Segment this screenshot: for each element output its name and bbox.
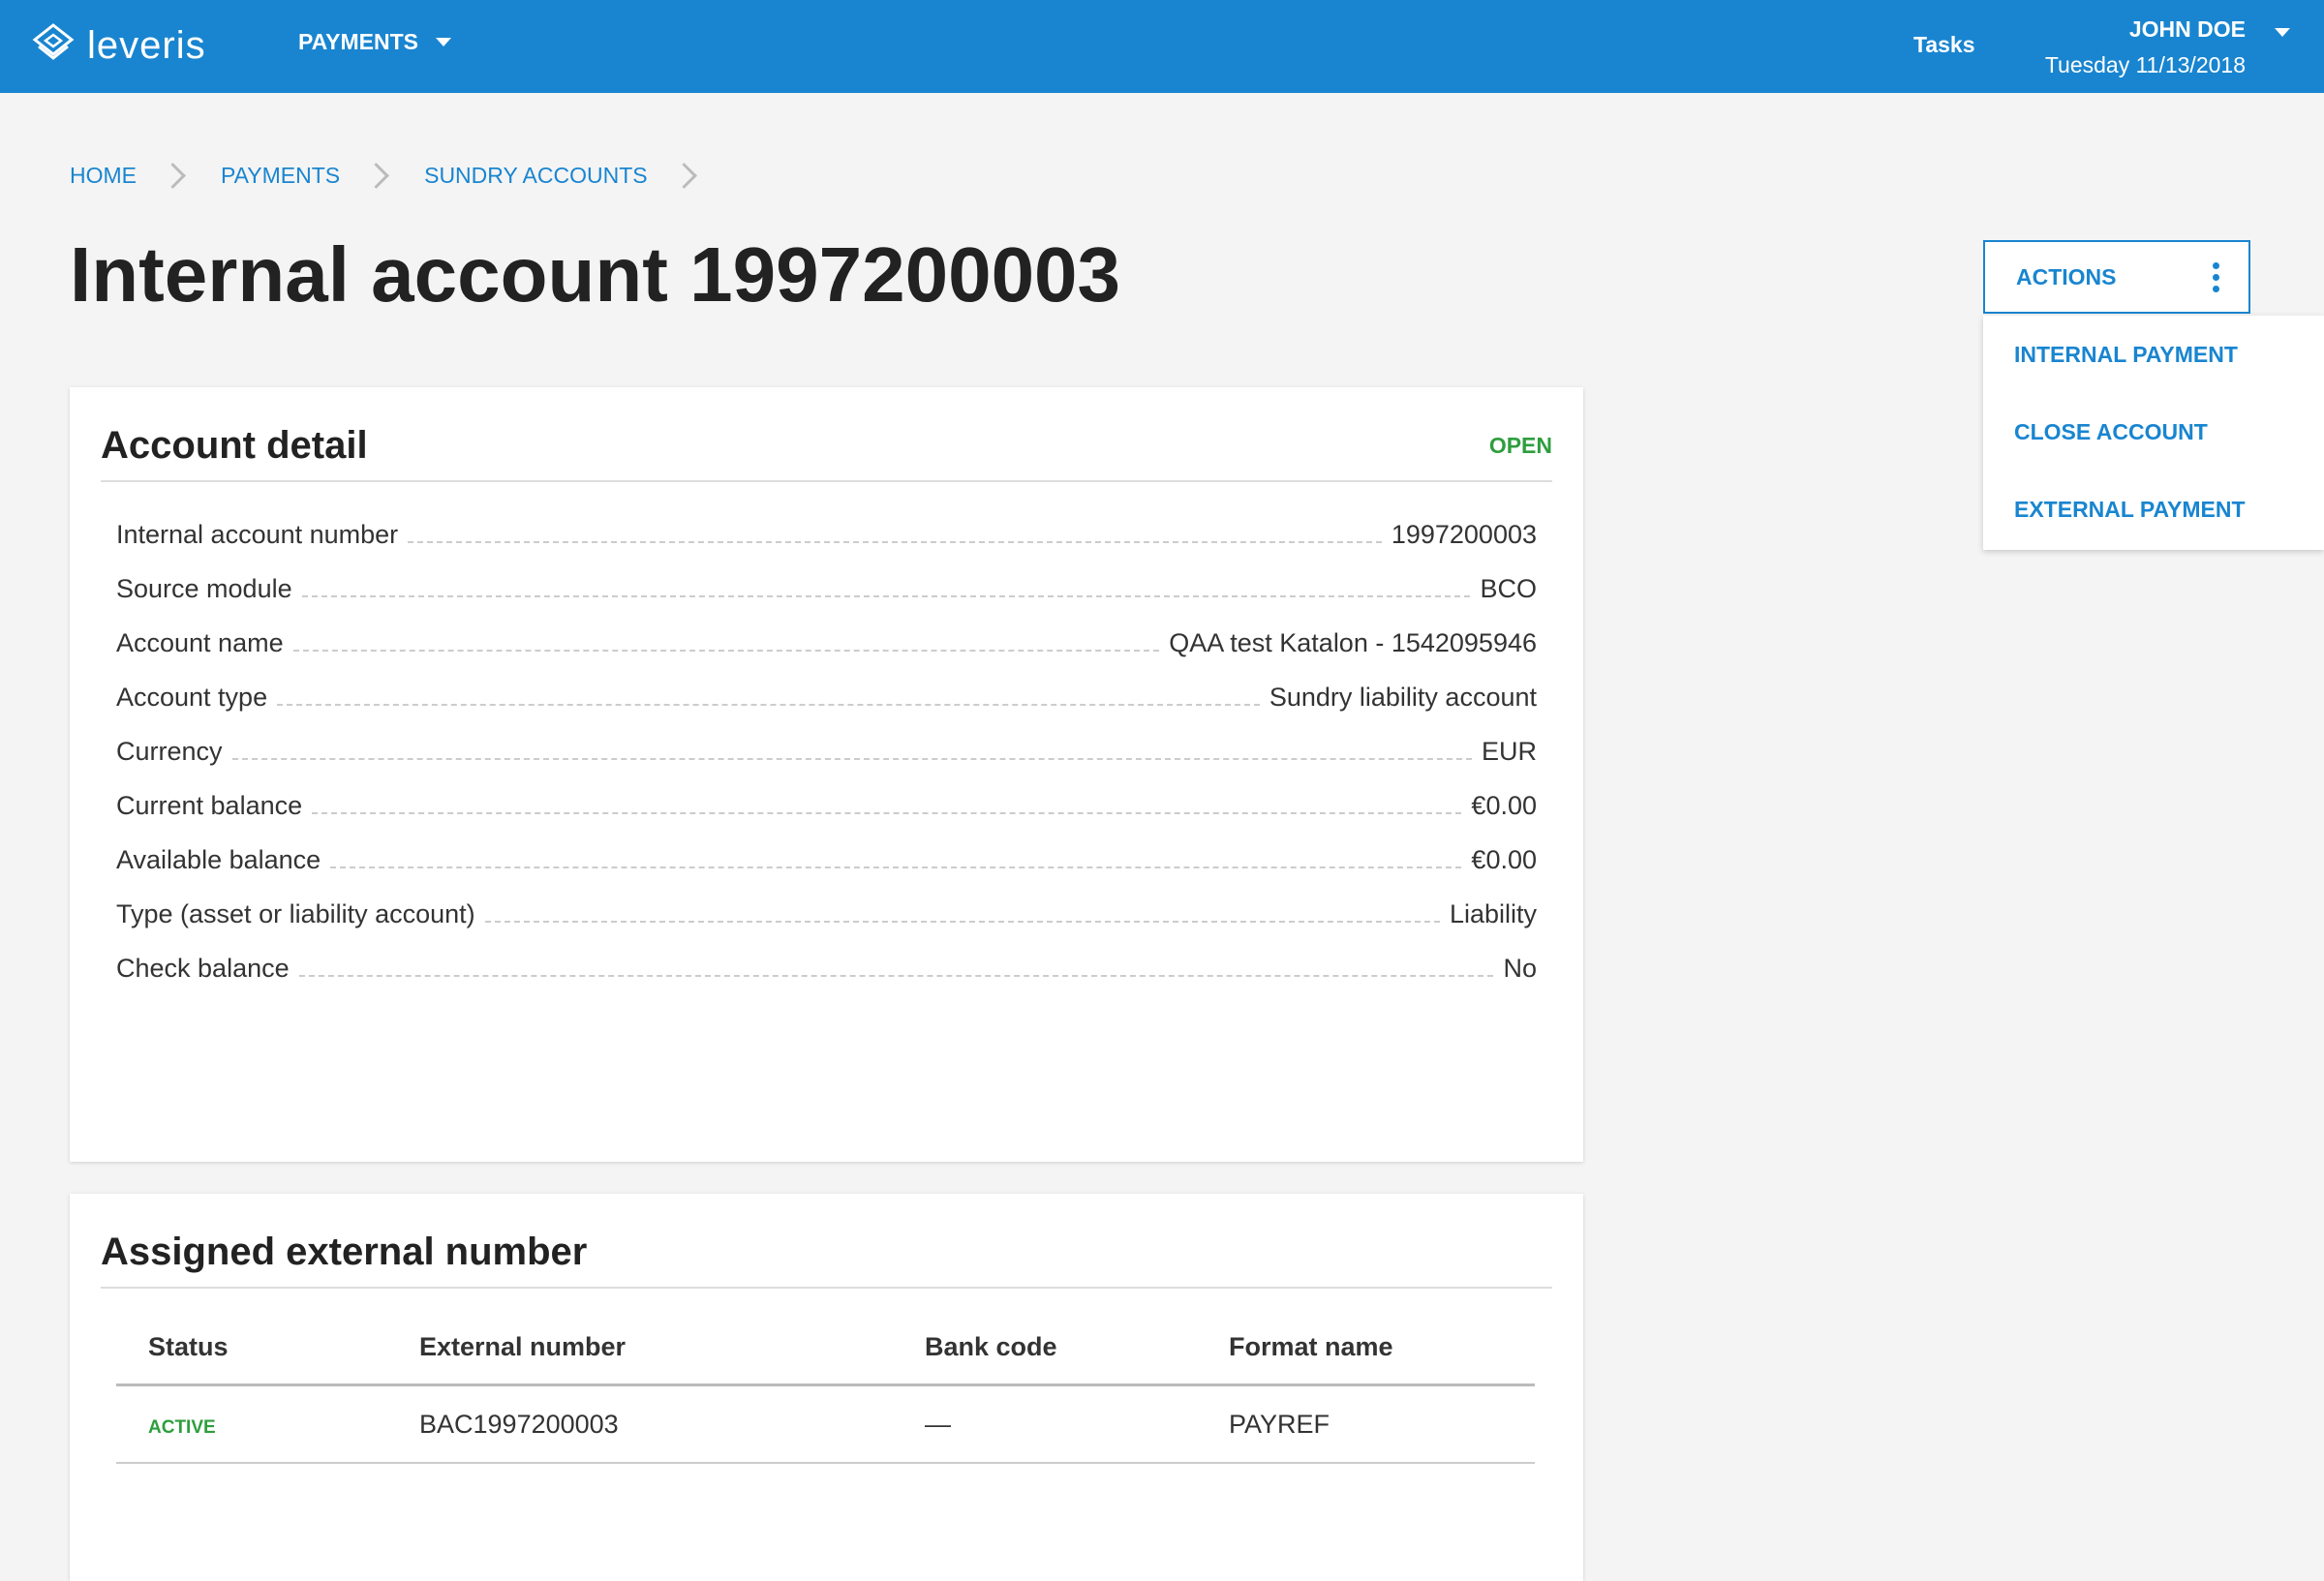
detail-label: Account name [116,627,284,657]
detail-row: Current balance €0.00 [116,778,1537,833]
detail-label: Check balance [116,953,290,983]
payments-nav-label: PAYMENTS [298,29,418,54]
leader-line [277,704,1260,706]
detail-value: QAA test Katalon - 1542095946 [1169,627,1537,657]
format-name-cell: PAYREF [1229,1384,1535,1464]
detail-label: Account type [116,682,268,712]
external-number-header: Assigned external number [101,1217,1552,1289]
leader-line [301,595,1471,597]
external-number-table: Status External number Bank code Format … [116,1310,1535,1464]
more-vertical-icon [2213,261,2219,292]
status-cell: ACTIVE [116,1384,419,1464]
top-bar: leveris PAYMENTS Tasks JOHN DOE Tuesday … [0,0,2324,93]
chevron-right-icon [670,163,697,189]
leader-line [292,650,1160,652]
page-title: Internal account 1997200003 [70,231,1121,318]
column-header-bank-code[interactable]: Bank code [925,1310,1229,1386]
detail-label: Type (asset or liability account) [116,898,475,928]
actions-dropdown-menu: INTERNAL PAYMENT CLOSE ACCOUNT EXTERNAL … [1983,316,2324,550]
menu-item-internal-payment[interactable]: INTERNAL PAYMENT [1983,316,2324,393]
logo-text: leveris [87,23,206,67]
column-header-format-name[interactable]: Format name [1229,1310,1535,1386]
detail-label: Currency [116,736,223,766]
external-number-card: Assigned external number Status External… [70,1194,1583,1581]
caret-down-icon [435,38,451,46]
status-badge: ACTIVE [148,1416,216,1438]
bank-code-cell: — [925,1384,1229,1464]
account-detail-card: Account detail OPEN Internal account num… [70,387,1583,1162]
breadcrumb-sundry-accounts[interactable]: SUNDRY ACCOUNTS [424,163,647,189]
external-number-cell: BAC1997200003 [419,1384,925,1464]
user-caret-down-icon [2275,28,2290,37]
user-menu[interactable]: JOHN DOE Tuesday 11/13/2018 [2045,16,2290,78]
breadcrumb-payments[interactable]: PAYMENTS [221,163,340,189]
detail-label: Internal account number [116,519,399,549]
logo[interactable]: leveris [29,21,206,70]
leader-line [408,541,1382,543]
column-header-external-number[interactable]: External number [419,1310,925,1386]
detail-row: Internal account number 1997200003 [116,507,1537,562]
detail-label: Source module [116,573,292,603]
leader-line [330,867,1462,868]
account-detail-header: Account detail OPEN [101,410,1552,482]
detail-value: Liability [1449,898,1537,928]
table-row[interactable]: ACTIVE BAC1997200003 — PAYREF [116,1384,1535,1464]
detail-value: Sundry liability account [1269,682,1537,712]
tasks-link[interactable]: Tasks [1913,32,1975,58]
detail-value: BCO [1480,573,1537,603]
breadcrumb-home[interactable]: HOME [70,163,137,189]
detail-row: Available balance €0.00 [116,833,1537,887]
detail-row: Type (asset or liability account) Liabil… [116,887,1537,941]
payments-nav-menu[interactable]: PAYMENTS [298,29,451,55]
detail-row: Account type Sundry liability account [116,670,1537,724]
detail-row: Currency EUR [116,724,1537,778]
column-header-status[interactable]: Status [116,1310,419,1386]
detail-value: €0.00 [1471,844,1537,874]
detail-label: Current balance [116,790,303,820]
account-detail-title: Account detail [101,423,368,467]
leveris-logo-icon [32,23,75,60]
detail-label: Available balance [116,844,321,874]
detail-value: EUR [1481,736,1537,766]
menu-item-external-payment[interactable]: EXTERNAL PAYMENT [1983,471,2324,548]
leader-line [231,758,1472,760]
external-number-title: Assigned external number [101,1230,588,1273]
actions-button-label: ACTIONS [2016,263,2117,289]
status-badge: OPEN [1488,432,1552,458]
leader-line [298,975,1494,977]
detail-row: Check balance No [116,941,1537,995]
user-name-text: JOHN DOE [2128,16,2246,42]
detail-row: Source module BCO [116,562,1537,616]
chevron-right-icon [363,163,390,189]
detail-value: €0.00 [1471,790,1537,820]
table-header-row: Status External number Bank code Format … [116,1310,1535,1386]
detail-list: Internal account number 1997200003 Sourc… [116,507,1537,995]
breadcrumb: HOME PAYMENTS SUNDRY ACCOUNTS [70,163,732,189]
detail-value: 1997200003 [1391,519,1537,549]
chevron-right-icon [160,163,186,189]
current-date: Tuesday 11/13/2018 [2044,52,2246,77]
leader-line [484,921,1440,923]
leader-line [312,812,1462,814]
detail-value: No [1503,953,1537,983]
actions-button[interactable]: ACTIONS [1983,240,2250,314]
menu-item-close-account[interactable]: CLOSE ACCOUNT [1983,393,2324,471]
detail-row: Account name QAA test Katalon - 15420959… [116,616,1537,670]
user-name: JOHN DOE [2045,16,2290,43]
